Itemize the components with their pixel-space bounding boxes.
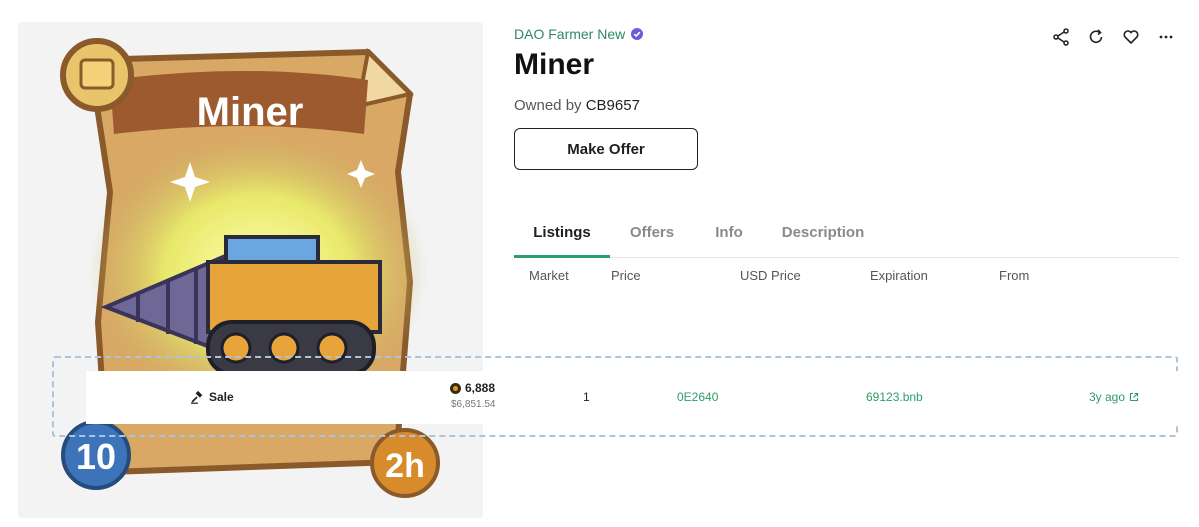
owned-prefix: Owned by [514, 97, 582, 114]
quantity: 1 [583, 390, 590, 404]
column-header-expiration: Expiration [870, 268, 928, 283]
price: 6,888 [450, 381, 495, 395]
external-link-icon[interactable] [1129, 392, 1139, 402]
event-label: Sale [209, 390, 234, 404]
owner-line: Owned by CB9657 [514, 97, 640, 114]
make-offer-button[interactable]: Make Offer [514, 128, 698, 170]
tab-description[interactable]: Description [778, 210, 868, 255]
token-coin-icon [450, 382, 461, 394]
collection-name[interactable]: DAO Farmer New [514, 26, 625, 42]
card-right-value: 2h [385, 447, 425, 485]
action-toolbar [1050, 26, 1177, 48]
miner-card-art: Miner 10 2h [60, 38, 440, 498]
time-link[interactable]: 3y ago [1089, 390, 1139, 404]
to-address-link[interactable]: 69123.bnb [866, 390, 923, 404]
from-address-link[interactable]: 0E2640 [677, 390, 718, 404]
column-header-usd-price: USD Price [740, 268, 801, 283]
nft-image[interactable]: Miner 10 2h [18, 22, 483, 518]
heart-icon[interactable] [1120, 26, 1142, 48]
card-left-value: 10 [76, 436, 116, 477]
sale-hammer-icon [191, 390, 203, 404]
refresh-icon[interactable] [1085, 26, 1107, 48]
tab-bar: Listings Offers Info Description [514, 210, 1179, 258]
item-title: Miner [514, 48, 595, 81]
activity-row[interactable]: Sale 6,888 $6,851.54 1 0E2640 69123.bnb … [86, 371, 1178, 424]
event-type: Sale [190, 390, 234, 404]
tab-info[interactable]: Info [710, 210, 748, 255]
card-title: Miner [197, 90, 304, 134]
owner-link[interactable]: CB9657 [586, 97, 640, 114]
verified-badge-icon [631, 28, 644, 40]
collection-link[interactable]: DAO Farmer New [514, 26, 644, 42]
tab-listings[interactable]: Listings [514, 210, 610, 258]
price-usd: $6,851.54 [451, 399, 496, 410]
share-icon[interactable] [1050, 26, 1072, 48]
time-label[interactable]: 3y ago [1089, 390, 1125, 404]
price-value: 6,888 [465, 381, 496, 395]
column-header-from: From [999, 268, 1030, 283]
column-header-price: Price [611, 268, 641, 283]
column-header-market: Market [529, 268, 569, 283]
tab-offers[interactable]: Offers [620, 210, 684, 255]
more-icon[interactable] [1155, 26, 1177, 48]
